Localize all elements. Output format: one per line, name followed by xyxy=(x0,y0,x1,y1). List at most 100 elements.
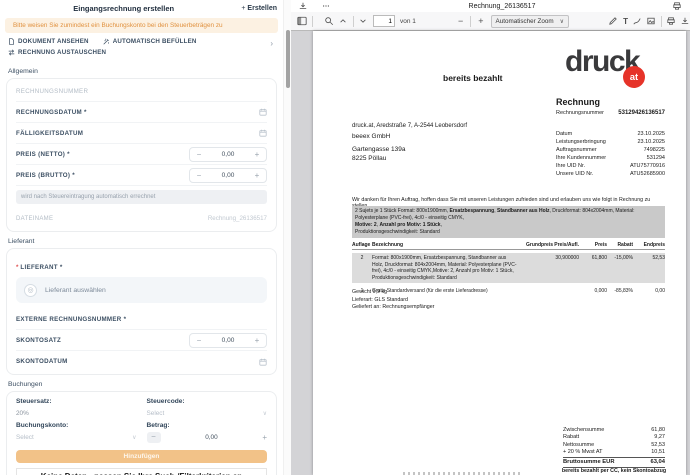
field-filename: DATEINAME Rechnung_26136517 xyxy=(16,208,267,229)
amount-stepper[interactable]: − 0,00 + xyxy=(147,431,268,444)
tax-code-label: Steuercode: xyxy=(147,398,268,405)
paid-stamp: bereits bezahlt xyxy=(443,73,503,83)
tax-code-select[interactable]: Select ∨ xyxy=(147,407,268,420)
toolbar-divider xyxy=(661,16,662,27)
zoom-mode-select[interactable]: Automatischer Zoom ∨ xyxy=(491,15,570,28)
page-number-input[interactable] xyxy=(373,15,395,27)
required-asterisk: * xyxy=(16,264,18,271)
invoice-number-row: Rechnungsnummer 53129426136517 xyxy=(556,110,665,116)
toolbar-divider xyxy=(353,16,354,27)
increment-button[interactable]: + xyxy=(248,169,266,182)
invoice-heading: Rechnung xyxy=(556,97,600,107)
increment-button[interactable]: + xyxy=(262,433,267,442)
supplier-card: *LIEFERANT * ◎ Lieferant auswählen EXTER… xyxy=(6,248,277,375)
tax-rate-select[interactable]: 20% xyxy=(16,407,137,420)
zoom-out-button[interactable]: − xyxy=(456,16,465,26)
no-data-message: Keine Daten - passen Sie Ihre Such-/Filt… xyxy=(16,468,267,475)
scrollbar-thumb[interactable] xyxy=(286,30,290,88)
field-invoice-date[interactable]: RECHNUNGSDATUM * xyxy=(16,102,267,123)
increment-button[interactable]: + xyxy=(248,148,266,161)
create-button[interactable]: +Erstellen xyxy=(241,5,277,12)
filename-value: Rechnung_26136517 xyxy=(208,215,267,222)
field-skonto-rate: SKONTOSATZ − 0,00 + xyxy=(16,330,267,351)
paid-note: bereits bezahlt per CC, kein Skontoabzug xyxy=(557,468,671,474)
choose-supplier-button[interactable]: ◎ Lieferant auswählen xyxy=(16,277,267,303)
gross-price-stepper[interactable]: − 0,00 + xyxy=(189,168,267,183)
sidebar-toggle-icon[interactable] xyxy=(297,16,307,26)
table-row: 2 Format: 800x1900mm, Ersatzbespannung, … xyxy=(352,253,665,283)
search-icon[interactable] xyxy=(324,16,334,26)
next-page-icon[interactable] xyxy=(359,17,368,26)
decrement-button[interactable]: − xyxy=(190,169,208,182)
sender-line: druck.at, Aredstraße 7, A-2544 Leobersdo… xyxy=(352,123,467,129)
zoom-in-button[interactable]: + xyxy=(476,16,485,26)
panel-header: Eingangsrechnung erstellen +Erstellen xyxy=(0,0,283,14)
skonto-date-label: SKONTODATUM xyxy=(16,358,68,365)
view-document-button[interactable]: DOKUMENT ANSEHEN xyxy=(8,38,89,45)
bookings-card: Steuersatz: Steuercode: 20% Select ∨ Buc… xyxy=(6,391,277,475)
calendar-icon[interactable] xyxy=(259,108,267,116)
download-icon[interactable] xyxy=(299,2,308,11)
external-invoice-label: EXTERNE RECHNUNGSNUMMER * xyxy=(16,316,126,323)
freetext-tool-icon[interactable]: T xyxy=(623,17,628,26)
stamp-tool-icon[interactable] xyxy=(647,17,656,26)
amount-value[interactable]: 0,00 xyxy=(161,434,263,441)
print-icon[interactable] xyxy=(667,17,676,26)
calendar-icon[interactable] xyxy=(259,129,267,137)
draw-tool-icon[interactable] xyxy=(633,17,642,26)
invoice-number-value: 53129426136517 xyxy=(618,110,665,116)
product-description-block: 2 Sujets je 1 Stück Format: 800x1900mm, … xyxy=(352,206,665,238)
section-label-supplier: Lieferant xyxy=(8,238,275,245)
section-label-bookings: Buchungen xyxy=(8,381,275,388)
autofill-button[interactable]: AUTOMATISCH BEFÜLLEN xyxy=(103,38,197,45)
general-card: RECHNUNGSDATUM * FÄLLIGKEITSDATUM PREIS … xyxy=(6,78,277,232)
decrement-button[interactable]: − xyxy=(190,334,208,347)
panel-title: Eingangsrechnung erstellen xyxy=(6,4,241,13)
field-gross-price: PREIS (BRUTTO) * − 0,00 + xyxy=(16,165,267,186)
due-date-label: FÄLLIGKEITSDATUM xyxy=(16,130,83,137)
delivered-to-line: Geliefert an: Rechnungsempfänger xyxy=(352,304,434,312)
field-due-date[interactable]: FÄLLIGKEITSDATUM xyxy=(16,123,267,144)
more-options-icon[interactable] xyxy=(322,2,331,11)
choose-supplier-label: Lieferant auswählen xyxy=(45,287,106,294)
printer-icon[interactable] xyxy=(673,2,682,11)
document-title: Rechnung_26136517 xyxy=(331,3,673,10)
chevron-down-icon: ∨ xyxy=(560,18,564,25)
weight-line: Gewicht 0,9 kg xyxy=(352,289,434,297)
totals-block: Zwischensumme61,80 Rabatt9,27 Nettosumme… xyxy=(563,427,665,468)
gross-price-value[interactable]: 0,00 xyxy=(208,172,248,179)
chevron-down-icon: ∨ xyxy=(132,434,136,441)
add-booking-button[interactable]: Hinzufügen xyxy=(16,450,267,463)
highlight-tool-icon[interactable] xyxy=(609,17,618,26)
field-external-invoice-number[interactable]: EXTERNE RECHNUNGSNUMMER * xyxy=(16,309,267,330)
invoice-meta: Datum23.10.2025 Leistungserbringung23.10… xyxy=(556,130,665,178)
logo-badge: at xyxy=(623,66,645,88)
swap-invoice-button[interactable]: RECHNUNG AUSTAUSCHEN xyxy=(8,49,106,56)
calendar-icon[interactable] xyxy=(259,358,267,366)
magic-wand-icon xyxy=(103,38,110,45)
increment-button[interactable]: + xyxy=(248,334,266,347)
druck-at-logo: druck at xyxy=(565,45,639,79)
pdf-page: bereits bezahlt druck at Rechnung Rechnu… xyxy=(313,31,686,475)
filename-label: DATEINAME xyxy=(16,216,53,222)
page-count-label: von 1 xyxy=(400,18,416,25)
net-price-value[interactable]: 0,00 xyxy=(208,151,248,158)
decrement-button[interactable]: − xyxy=(190,148,208,161)
auto-calc-note: wird nach Steuereintragung automatisch e… xyxy=(16,190,267,204)
skonto-rate-stepper[interactable]: − 0,00 + xyxy=(189,333,267,348)
previous-page-icon[interactable] xyxy=(339,17,348,26)
panel-scrollbar[interactable] xyxy=(283,0,291,475)
chevron-down-icon: ∨ xyxy=(263,410,267,417)
action-links: DOKUMENT ANSEHEN AUTOMATISCH BEFÜLLEN RE… xyxy=(0,33,283,62)
skonto-rate-value[interactable]: 0,00 xyxy=(208,337,248,344)
warning-banner: Bitte weisen Sie zumindest ein Buchungsk… xyxy=(5,18,278,33)
field-skonto-date[interactable]: SKONTODATUM xyxy=(16,351,267,372)
net-price-stepper[interactable]: − 0,00 + xyxy=(189,147,267,162)
booking-account-select[interactable]: Select ∨ xyxy=(16,431,137,444)
download-icon[interactable] xyxy=(681,17,690,26)
decrement-button[interactable]: − xyxy=(147,432,161,443)
toolbar-divider xyxy=(312,16,313,27)
chevron-right-icon[interactable]: › xyxy=(270,39,273,48)
invoice-form-panel: Eingangsrechnung erstellen +Erstellen Bi… xyxy=(0,0,283,475)
invoice-number-input[interactable] xyxy=(16,81,267,101)
